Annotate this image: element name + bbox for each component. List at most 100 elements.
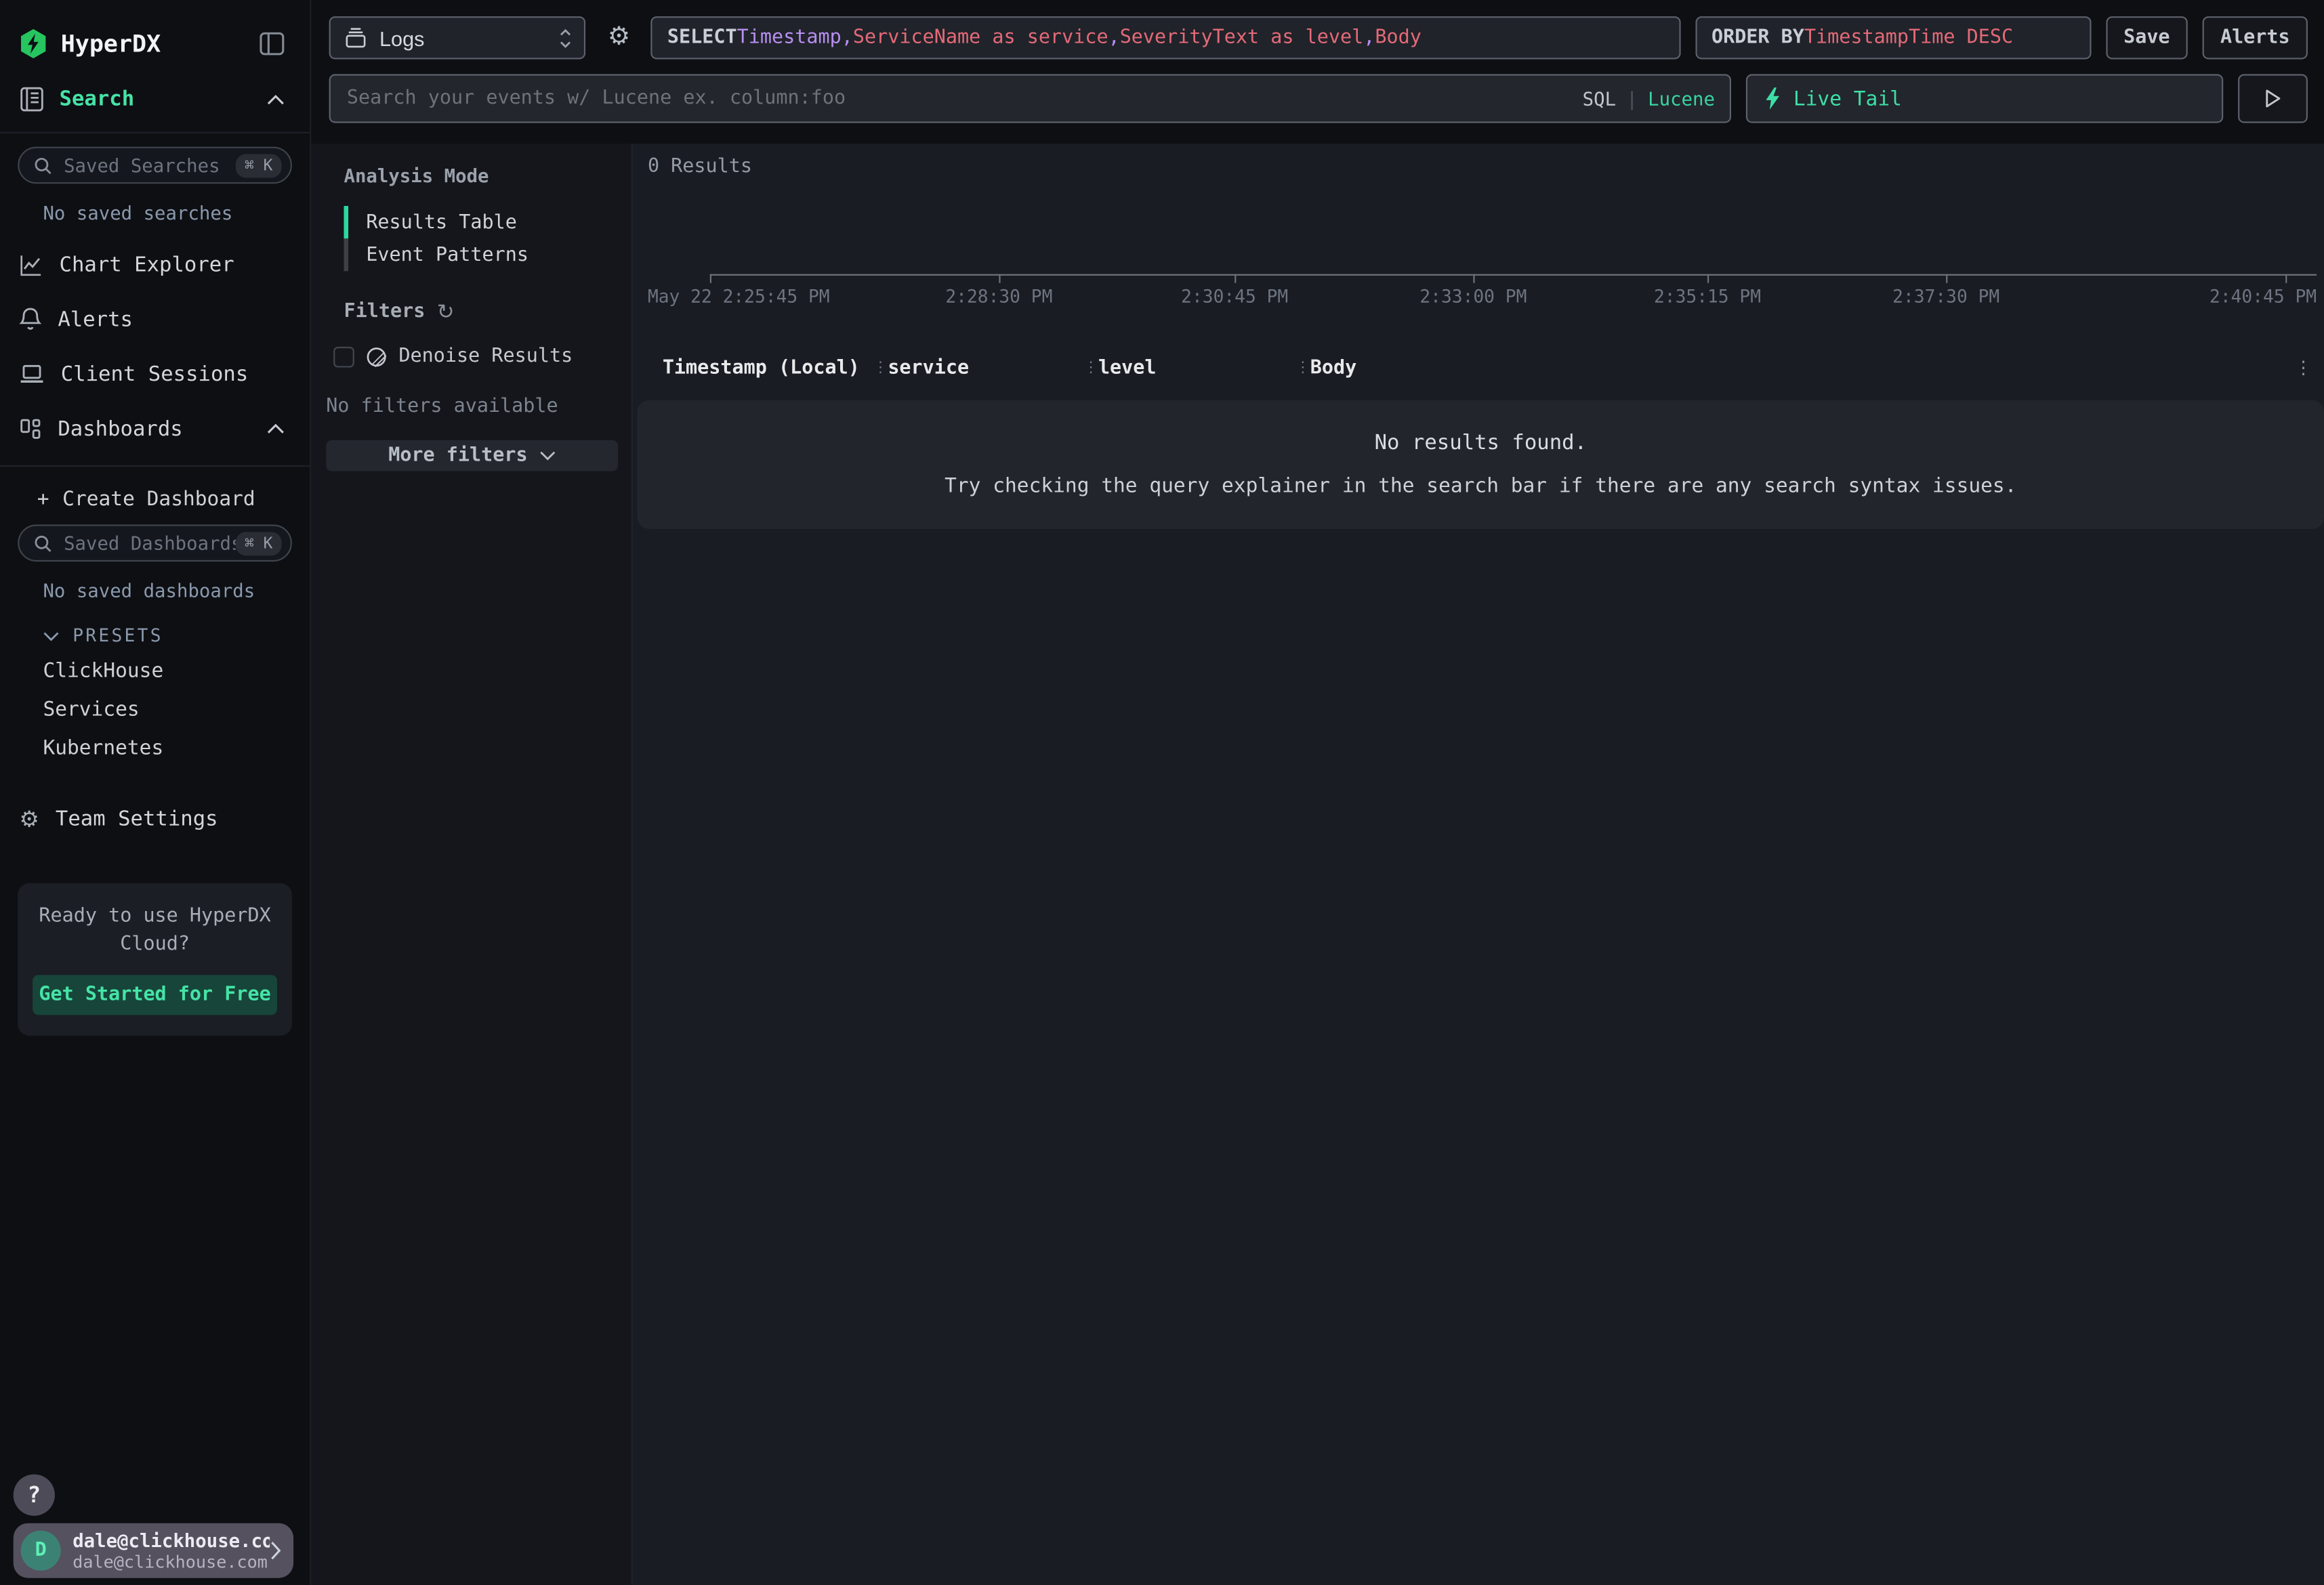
sidebar-item-chart-explorer[interactable]: Chart Explorer [0, 237, 310, 292]
chevron-up-icon[interactable] [267, 424, 285, 434]
filters-panel: Analysis Mode Results Table Event Patter… [311, 144, 633, 1585]
cloud-promo-line1: Ready to use HyperDX [33, 902, 277, 931]
no-results-subtitle: Try checking the query explainer in the … [638, 474, 2324, 498]
avatar: D [21, 1531, 61, 1571]
chevron-down-icon [43, 631, 59, 641]
sidebar-item-client-sessions[interactable]: Client Sessions [0, 347, 310, 402]
saved-dashboards-search[interactable]: ⌘ K [18, 524, 292, 562]
column-resize-handle[interactable]: ⋮ [1083, 359, 1098, 375]
gear-icon: ⚙ [19, 808, 39, 830]
tab-results-table[interactable]: Results Table [344, 206, 619, 238]
sql-keyword: SELECT [667, 26, 737, 49]
language-sql-option[interactable]: SQL [1583, 87, 1616, 110]
live-tail-label: Live Tail [1793, 87, 1902, 110]
preset-item-clickhouse[interactable]: ClickHouse [43, 659, 310, 684]
play-icon [2265, 89, 2281, 108]
column-header-service[interactable]: service [888, 356, 1083, 379]
sql-field: TimestampTime DESC [1804, 26, 2013, 49]
refresh-filters-icon[interactable]: ↻ [437, 301, 455, 322]
user-email: dale@clickhouse.com [72, 1529, 270, 1552]
order-by-input[interactable]: ORDER BY TimestampTime DESC [1695, 16, 2091, 59]
save-button[interactable]: Save [2106, 16, 2188, 59]
axis-line [710, 274, 2317, 276]
run-query-button[interactable] [2238, 74, 2308, 123]
axis-tick-label: 2:35:15 PM [1654, 286, 1761, 307]
sidebar-item-dashboards[interactable]: Dashboards [0, 402, 310, 457]
sql-field: SeverityText as level [1120, 26, 1364, 49]
chevron-right-icon [270, 1541, 282, 1560]
laptop-icon [19, 363, 44, 385]
axis-tick-label: 2:28:30 PM [945, 286, 1052, 307]
hyperdx-logo-icon [19, 27, 47, 58]
source-select-value: Logs [379, 26, 559, 49]
app-title: HyperDX [61, 29, 260, 58]
select-expression-input[interactable]: SELECT Timestamp, ServiceName as service… [651, 16, 1680, 59]
sidebar-item-label: Client Sessions [61, 362, 285, 386]
help-button[interactable]: ? [14, 1475, 55, 1516]
no-saved-dashboards-text: No saved dashboards [43, 579, 310, 601]
sidebar-item-search-label: Search [60, 87, 267, 111]
sidebar-spacer [0, 1036, 310, 1475]
create-dashboard-button[interactable]: + Create Dashboard [37, 488, 310, 511]
column-header-timestamp[interactable]: Timestamp (Local) [663, 356, 873, 379]
column-resize-handle[interactable]: ⋮ [1295, 359, 1310, 375]
results-count: 0 Results [648, 156, 752, 178]
more-filters-button[interactable]: More filters [326, 440, 618, 471]
chevron-up-icon[interactable] [267, 94, 285, 104]
analysis-mode-tabs: Results Table Event Patterns [344, 206, 619, 271]
collapse-sidebar-icon[interactable] [260, 30, 285, 56]
language-lucene-option[interactable]: Lucene [1648, 87, 1715, 110]
search-row: SQL | Lucene Live Tail [329, 74, 2308, 123]
results-table-header: Timestamp (Local) ⋮ service ⋮ level ⋮ Bo… [648, 351, 2324, 383]
cmd-k-shortcut: ⌘ K [236, 153, 282, 177]
no-results-title: No results found. [638, 431, 2324, 455]
sql-field: ServiceName as service [853, 26, 1108, 49]
denoise-checkbox[interactable] [333, 346, 354, 367]
query-language-toggle: SQL | Lucene [1583, 74, 1715, 123]
cloud-promo-line2: Cloud? [33, 931, 277, 959]
column-resize-handle[interactable]: ⋮ [873, 359, 888, 375]
sql-comma: , [842, 26, 853, 49]
saved-searches-input[interactable] [64, 154, 236, 177]
sidebar-divider [0, 465, 310, 467]
sidebar-item-label: Chart Explorer [60, 253, 285, 276]
saved-searches-search[interactable]: ⌘ K [18, 147, 292, 184]
event-search-input[interactable] [329, 74, 1731, 123]
sql-field: Body [1375, 26, 1421, 49]
bell-icon [19, 307, 41, 332]
logo-row: HyperDX [0, 0, 310, 65]
preset-item-kubernetes[interactable]: Kubernetes [43, 736, 310, 761]
saved-dashboards-input[interactable] [64, 532, 236, 554]
source-settings-gear-icon[interactable]: ⚙ [608, 25, 630, 50]
sql-comma: , [1108, 26, 1120, 49]
lightning-icon [1765, 87, 1780, 110]
results-area: 0 Results May 22 2:25:45 PM 2:28:30 PM 2… [633, 144, 2324, 1585]
chevron-down-icon [539, 450, 556, 461]
user-menu[interactable]: D dale@clickhouse.com dale@clickhouse.co… [14, 1523, 293, 1578]
tab-label: Event Patterns [366, 244, 528, 266]
tab-indicator [344, 238, 349, 271]
active-tab-indicator [344, 206, 349, 238]
tab-label: Results Table [366, 211, 517, 234]
column-header-body[interactable]: Body [1310, 356, 2324, 379]
preset-item-services[interactable]: Services [43, 698, 310, 723]
tab-event-patterns[interactable]: Event Patterns [344, 238, 619, 271]
sidebar-item-team-settings[interactable]: ⚙ Team Settings [0, 795, 310, 845]
sidebar-item-search[interactable]: Search [0, 65, 310, 131]
axis-tick-label: May 22 2:25:45 PM [648, 286, 830, 307]
analysis-mode-heading: Analysis Mode [344, 165, 619, 187]
column-header-level[interactable]: level [1098, 356, 1295, 379]
create-dashboard-label: Create Dashboard [62, 488, 255, 511]
get-started-button[interactable]: Get Started for Free [33, 975, 277, 1015]
source-select[interactable]: Logs [329, 16, 585, 59]
sidebar-item-alerts[interactable]: Alerts [0, 292, 310, 347]
presets-toggle[interactable]: PRESETS [43, 625, 310, 646]
table-options-kebab-icon[interactable]: ⋮ [2294, 351, 2312, 383]
sidebar: HyperDX Search [0, 0, 311, 1585]
axis-tick-label: 2:33:00 PM [1419, 286, 1527, 307]
alerts-button[interactable]: Alerts [2203, 16, 2308, 59]
live-tail-button[interactable]: Live Tail [1746, 74, 2223, 123]
axis-tick-label: 2:40:45 PM [2209, 286, 2317, 307]
denoise-results-toggle[interactable]: Denoise Results [333, 345, 618, 368]
plus-icon: + [37, 488, 49, 511]
